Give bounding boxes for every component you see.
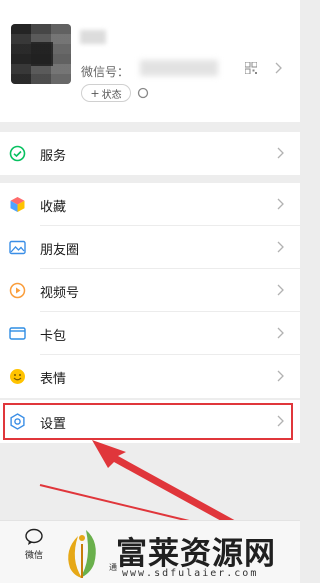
menu-item-label: 表情 [40,372,67,387]
chevron-right-icon [277,327,284,339]
qr-code-icon[interactable] [245,62,257,74]
watermark-title: 富莱资源网 [116,536,276,572]
wechat-id-label: 微信号： [81,65,130,79]
chevron-right-icon [277,147,284,159]
tab-chats[interactable]: 微信 [16,528,52,561]
favorites-icon [10,197,25,212]
menu-item-label: 卡包 [40,329,67,344]
chevron-right-icon[interactable] [275,62,283,74]
watermark-url: www.sdfulaier.com [122,568,259,579]
menu-item-favorites[interactable]: 收藏 [0,183,300,226]
chevron-right-icon [277,370,284,382]
chevron-right-icon [277,415,284,427]
moments-icon [9,240,26,255]
plus-icon: + [90,86,100,100]
service-icon [9,145,26,162]
watermark: 富莱资源网 www.sdfulaier.com [56,522,300,583]
channels-icon [9,282,26,299]
cards-icon [9,327,26,340]
avatar[interactable] [11,24,71,84]
settings-icon [10,413,25,430]
menu-item-label: 收藏 [40,200,67,215]
chevron-right-icon [277,241,284,253]
wechat-id-blurred [140,60,218,76]
service-group: 服务 [0,132,300,175]
status-ring-icon[interactable] [137,87,149,99]
chevron-right-icon [277,198,284,210]
menu-item-service[interactable]: 服务 [0,132,300,175]
status-button-label: 状态 [101,89,122,101]
menu-item-stickers[interactable]: 表情 [0,355,300,398]
menu-item-channels[interactable]: 视频号 [0,269,300,312]
stickers-icon [10,369,25,384]
menu-item-moments[interactable]: 朋友圈 [0,226,300,269]
menu-item-cards[interactable]: 卡包 [0,312,300,355]
menu-item-label: 视频号 [40,286,80,301]
main-menu-group: 收藏 朋友圈 视频号 卡包 表情 [0,183,300,398]
profile-header[interactable]: 微信号： + 状态 [0,0,300,122]
menu-item-label: 朋友圈 [40,243,80,258]
chat-bubble-icon [25,528,43,545]
tab-chats-label: 微信 [24,551,43,561]
chevron-right-icon [277,284,284,296]
wheat-leaf-logo [68,530,96,578]
add-status-button[interactable]: + 状态 [81,84,131,102]
menu-item-label: 服务 [40,149,67,164]
nickname-blurred [80,30,106,44]
